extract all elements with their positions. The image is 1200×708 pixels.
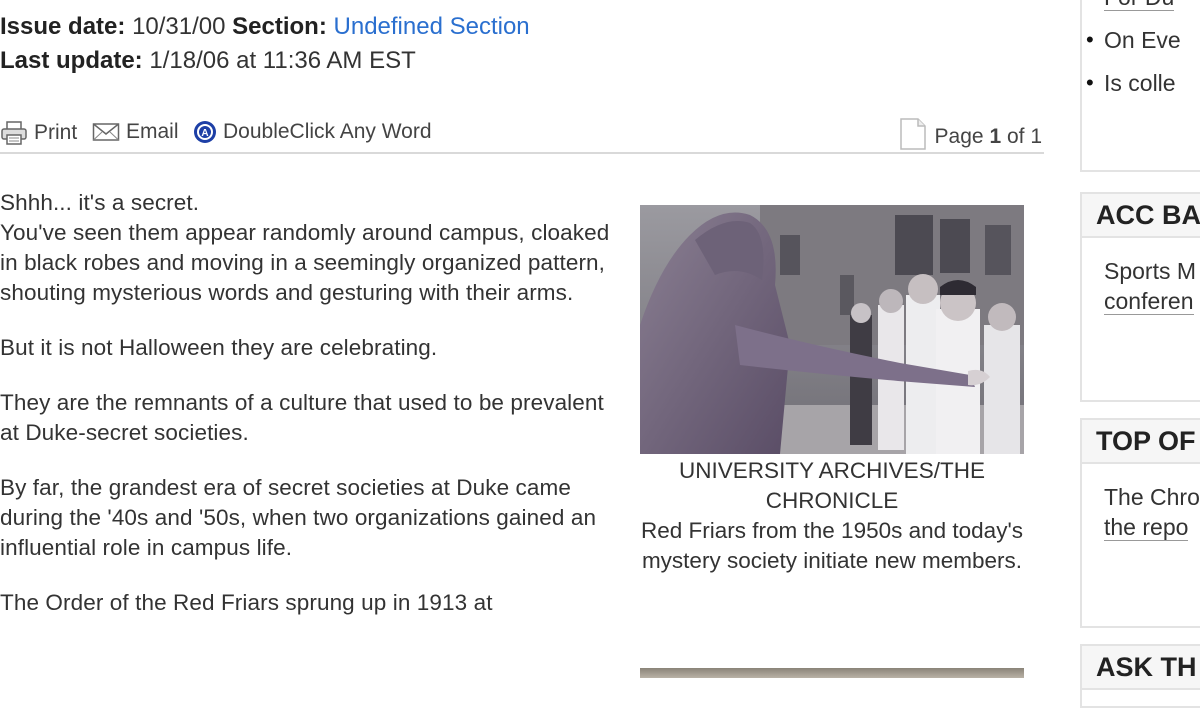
section-link[interactable]: Undefined Section: [334, 13, 530, 40]
last-update-label: Last update:: [0, 47, 143, 74]
top-box-title: TOP OF: [1082, 420, 1200, 464]
page-icon: [899, 118, 927, 156]
envelope-icon: [92, 121, 120, 143]
update-line: Last update: 1/18/06 at 11:36 AM EST: [0, 44, 530, 78]
top-box-line: The Chro: [1104, 484, 1200, 510]
print-label: Print: [34, 121, 78, 144]
doubleclick-button[interactable]: A DoubleClick Any Word: [193, 120, 432, 144]
article-body: Shhh... it's a secret. You've seen them …: [0, 188, 615, 643]
photo-caption: UNIVERSITY ARCHIVES/THE CHRONICLE Red Fr…: [640, 456, 1024, 576]
article-paragraph: Shhh... it's a secret.: [0, 190, 200, 215]
top-box-line: the repo: [1104, 514, 1189, 541]
second-photo: [640, 668, 1024, 678]
article-toolbar: Print Email A DoubleClick Any Word Page …: [0, 118, 1044, 154]
related-links-list: For Du On Eve Is colle: [1082, 0, 1200, 98]
top-box-body[interactable]: The Chro the repo: [1082, 464, 1200, 542]
article-paragraph: But it is not Halloween they are celebra…: [0, 335, 438, 360]
section-label: Section:: [232, 13, 327, 40]
printer-icon: [0, 120, 28, 146]
acc-box-line: conferen: [1104, 288, 1194, 315]
acc-box-body[interactable]: Sports M conferen: [1082, 238, 1200, 316]
ask-box-title: ASK TH: [1082, 646, 1200, 690]
page-indicator: Page 1 of 1: [899, 118, 1042, 156]
email-button[interactable]: Email: [92, 120, 179, 144]
article-paragraph: The Order of the Red Friars sprung up in…: [0, 590, 493, 615]
article-paragraph: You've seen them appear randomly around …: [0, 220, 610, 305]
email-label: Email: [126, 120, 179, 143]
acc-box: ACC BA Sports M conferen: [1080, 192, 1200, 402]
issue-line: Issue date: 10/31/00 Section: Undefined …: [0, 10, 530, 44]
photo-credit: UNIVERSITY ARCHIVES/THE CHRONICLE: [679, 458, 985, 513]
acc-box-title: ACC BA: [1082, 194, 1200, 238]
photo-caption-text: Red Friars from the 1950s and today's my…: [641, 518, 1023, 573]
article-photo: [640, 205, 1024, 454]
ask-box: ASK TH: [1080, 644, 1200, 708]
doubleclick-icon: A: [193, 120, 217, 144]
last-update-value: 1/18/06 at 11:36 AM EST: [149, 47, 416, 74]
svg-text:A: A: [201, 128, 208, 139]
page-total: of 1: [1006, 125, 1042, 148]
article-paragraph: By far, the grandest era of secret socie…: [0, 475, 597, 560]
related-link[interactable]: For Du: [1082, 0, 1200, 12]
related-link[interactable]: On Eve: [1082, 25, 1200, 55]
acc-box-line: Sports M: [1104, 258, 1197, 284]
doubleclick-label: DoubleClick Any Word: [223, 120, 432, 143]
issue-date-value: 10/31/00: [132, 13, 226, 40]
page-prefix: Page: [934, 125, 984, 148]
right-sidebar: For Du On Eve Is colle ACC BA Sports M c…: [1080, 0, 1200, 708]
related-links-box: For Du On Eve Is colle: [1080, 0, 1200, 172]
page-current: 1: [989, 125, 1002, 148]
issue-date-label: Issue date:: [0, 13, 126, 40]
top-box: TOP OF The Chro the repo: [1080, 418, 1200, 628]
article-meta: Issue date: 10/31/00 Section: Undefined …: [0, 10, 530, 78]
article-paragraph: They are the remnants of a culture that …: [0, 390, 604, 445]
print-button[interactable]: Print: [0, 120, 77, 146]
related-link[interactable]: Is colle: [1082, 68, 1200, 98]
